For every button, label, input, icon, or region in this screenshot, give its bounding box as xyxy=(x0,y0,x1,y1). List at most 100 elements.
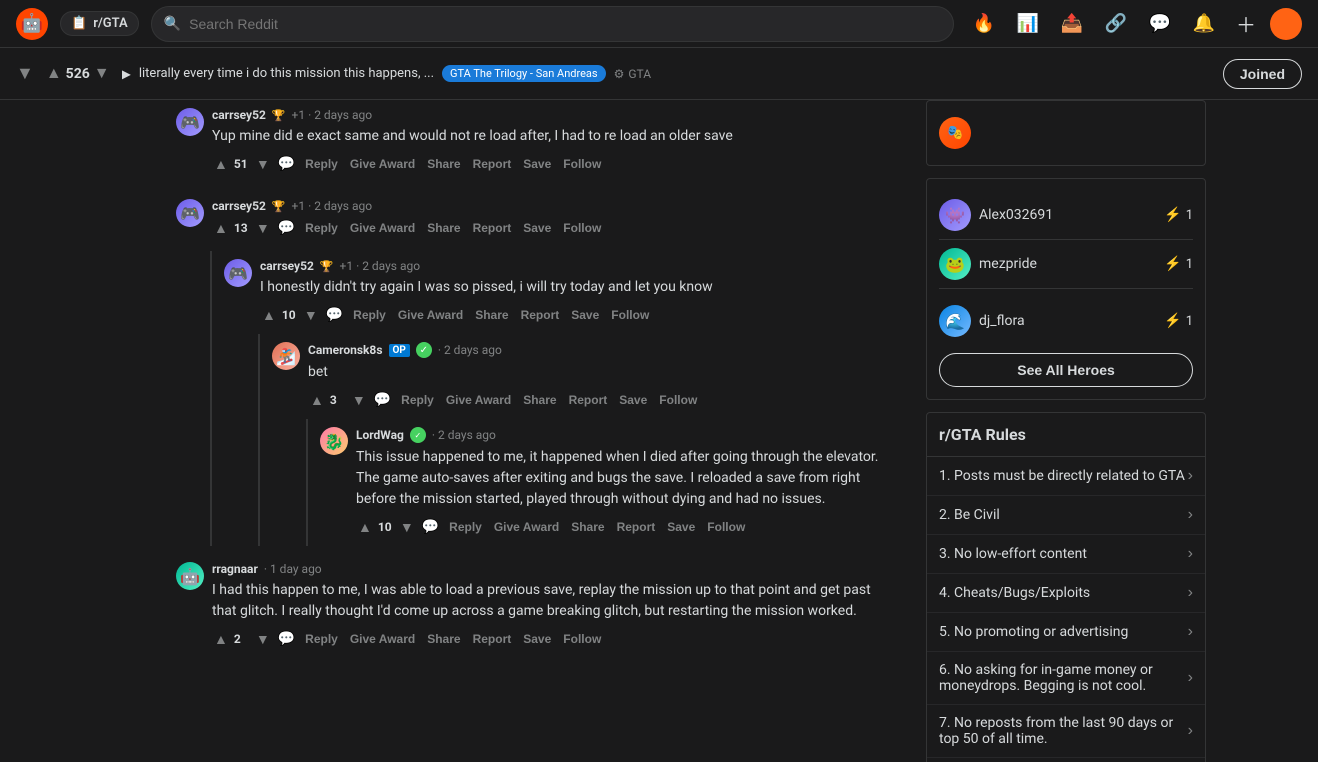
coins-icon[interactable]: 📊 xyxy=(1010,6,1046,42)
hero-avatar-partial: 🎭 xyxy=(939,117,971,149)
comment-author[interactable]: carrsey52 xyxy=(212,199,266,213)
rule-item-1[interactable]: 1. Posts must be directly related to GTA… xyxy=(927,457,1205,496)
reply-button[interactable]: Reply xyxy=(301,628,342,650)
comment-body: Cameronsk8s OP ✓ · 2 days ago bet ▲ 3 xyxy=(308,342,894,411)
share-button[interactable]: Share xyxy=(423,153,464,175)
hero-name[interactable]: Alex032691 xyxy=(979,207,1053,223)
reply-button[interactable]: Reply xyxy=(397,389,438,411)
comment-upvote[interactable]: ▲ xyxy=(212,629,230,649)
comment-header: rragnaar · 1 day ago xyxy=(212,562,894,576)
report-button[interactable]: Report xyxy=(613,516,660,538)
rule-expand-icon[interactable]: › xyxy=(1188,467,1193,485)
see-all-heroes-button[interactable]: See All Heroes xyxy=(939,353,1193,387)
follow-button[interactable]: Follow xyxy=(607,304,653,326)
give-award-button[interactable]: Give Award xyxy=(442,389,515,411)
subreddit-selector[interactable]: 📋 r/GTA xyxy=(60,11,139,36)
reddit-logo[interactable]: 🤖 xyxy=(16,8,48,40)
comment-author[interactable]: carrsey52 xyxy=(260,259,314,273)
reply-button[interactable]: Reply xyxy=(349,304,390,326)
rule-item-8[interactable]: 8. The discussion of bugs, exploits, and… xyxy=(927,758,1205,762)
search-input[interactable] xyxy=(189,16,941,32)
give-award-button[interactable]: Give Award xyxy=(346,628,419,650)
comment-text: I honestly didn't try again I was so pis… xyxy=(260,277,894,298)
comment-upvote[interactable]: ▲ xyxy=(212,154,230,174)
comment-header: LordWag ✓ · 2 days ago xyxy=(356,427,894,443)
share-icon[interactable]: 📤 xyxy=(1054,6,1090,42)
comment-downvote[interactable]: ▼ xyxy=(254,154,272,174)
report-button[interactable]: Report xyxy=(565,389,612,411)
report-button[interactable]: Report xyxy=(469,153,516,175)
rule-expand-icon[interactable]: › xyxy=(1188,623,1193,641)
follow-button[interactable]: Follow xyxy=(703,516,749,538)
save-button[interactable]: Save xyxy=(519,217,555,239)
comment-avatar: 🐉 xyxy=(320,427,348,455)
post-title-bar: ▶ literally every time i do this mission… xyxy=(122,65,1211,82)
avatar[interactable] xyxy=(1270,8,1302,40)
rule-item-3[interactable]: 3. No low-effort content › xyxy=(927,535,1205,574)
report-button[interactable]: Report xyxy=(469,217,516,239)
reply-button[interactable]: Reply xyxy=(301,217,342,239)
share-button[interactable]: Share xyxy=(423,628,464,650)
give-award-button[interactable]: Give Award xyxy=(490,516,563,538)
report-button[interactable]: Report xyxy=(517,304,564,326)
comment-downvote[interactable]: ▼ xyxy=(302,305,320,325)
save-button[interactable]: Save xyxy=(519,153,555,175)
add-button[interactable]: ＋ xyxy=(1230,8,1262,40)
comment-author[interactable]: carrsey52 xyxy=(212,108,266,122)
follow-button[interactable]: Follow xyxy=(559,153,605,175)
link-icon[interactable]: 🔗 xyxy=(1098,6,1134,42)
comment-author[interactable]: LordWag xyxy=(356,428,404,442)
share-button[interactable]: Share xyxy=(519,389,560,411)
give-award-button[interactable]: Give Award xyxy=(346,153,419,175)
reply-button[interactable]: Reply xyxy=(445,516,486,538)
comment-author[interactable]: rragnaar xyxy=(212,562,258,576)
give-award-button[interactable]: Give Award xyxy=(346,217,419,239)
save-button[interactable]: Save xyxy=(519,628,555,650)
rule-item-5[interactable]: 5. No promoting or advertising › xyxy=(927,613,1205,652)
comment-downvote[interactable]: ▼ xyxy=(254,629,272,649)
save-button[interactable]: Save xyxy=(663,516,699,538)
chat-icon[interactable]: 💬 xyxy=(1142,6,1178,42)
popular-icon[interactable]: 🔥 xyxy=(966,6,1002,42)
comment-upvote[interactable]: ▲ xyxy=(260,305,278,325)
comment-upvote[interactable]: ▲ xyxy=(356,517,374,537)
joined-button[interactable]: Joined xyxy=(1223,59,1302,89)
hero-info: 🌊 dj_flora xyxy=(939,305,1025,337)
notification-icon[interactable]: 🔔 xyxy=(1186,6,1222,42)
give-award-button[interactable]: Give Award xyxy=(394,304,467,326)
follow-button[interactable]: Follow xyxy=(559,628,605,650)
comment-upvote[interactable]: ▲ xyxy=(212,218,230,238)
rule-expand-icon[interactable]: › xyxy=(1188,506,1193,524)
rule-expand-icon[interactable]: › xyxy=(1188,584,1193,602)
sub-icon: ⚙ xyxy=(614,67,625,81)
upvote-button[interactable]: ▲ xyxy=(46,65,62,83)
follow-button[interactable]: Follow xyxy=(655,389,701,411)
collapse-button[interactable]: ▼ xyxy=(16,63,34,84)
share-button[interactable]: Share xyxy=(423,217,464,239)
save-button[interactable]: Save xyxy=(567,304,603,326)
rule-item-4[interactable]: 4. Cheats/Bugs/Exploits › xyxy=(927,574,1205,613)
report-button[interactable]: Report xyxy=(469,628,516,650)
hero-name[interactable]: dj_flora xyxy=(979,313,1025,329)
rule-expand-icon[interactable]: › xyxy=(1188,545,1193,563)
hero-name[interactable]: mezpride xyxy=(979,256,1037,272)
comment-actions: ▲ 2 ▼ 💬 Reply Give Award Share Report Sa… xyxy=(212,628,894,650)
share-button[interactable]: Share xyxy=(567,516,608,538)
comment-downvote[interactable]: ▼ xyxy=(350,390,368,410)
rule-item-2[interactable]: 2. Be Civil › xyxy=(927,496,1205,535)
follow-button[interactable]: Follow xyxy=(559,217,605,239)
save-button[interactable]: Save xyxy=(615,389,651,411)
rule-item-6[interactable]: 6. No asking for in-game money or moneyd… xyxy=(927,652,1205,705)
comment-author[interactable]: Cameronsk8s xyxy=(308,343,383,357)
post-flair[interactable]: GTA The Trilogy - San Andreas xyxy=(442,65,606,82)
rule-expand-icon[interactable]: › xyxy=(1188,669,1193,687)
comment-downvote[interactable]: ▼ xyxy=(398,517,416,537)
downvote-button[interactable]: ▼ xyxy=(94,65,110,83)
comment-downvote[interactable]: ▼ xyxy=(254,218,272,238)
comment-upvote[interactable]: ▲ xyxy=(308,390,326,410)
reply-button[interactable]: Reply xyxy=(301,153,342,175)
rule-item-7[interactable]: 7. No reposts from the last 90 days or t… xyxy=(927,705,1205,758)
share-button[interactable]: Share xyxy=(471,304,512,326)
right-sidebar: 🎭 👾 Alex032691 ⚡ 1 🐸 mezpride xyxy=(910,100,1222,762)
rule-expand-icon[interactable]: › xyxy=(1188,722,1193,740)
